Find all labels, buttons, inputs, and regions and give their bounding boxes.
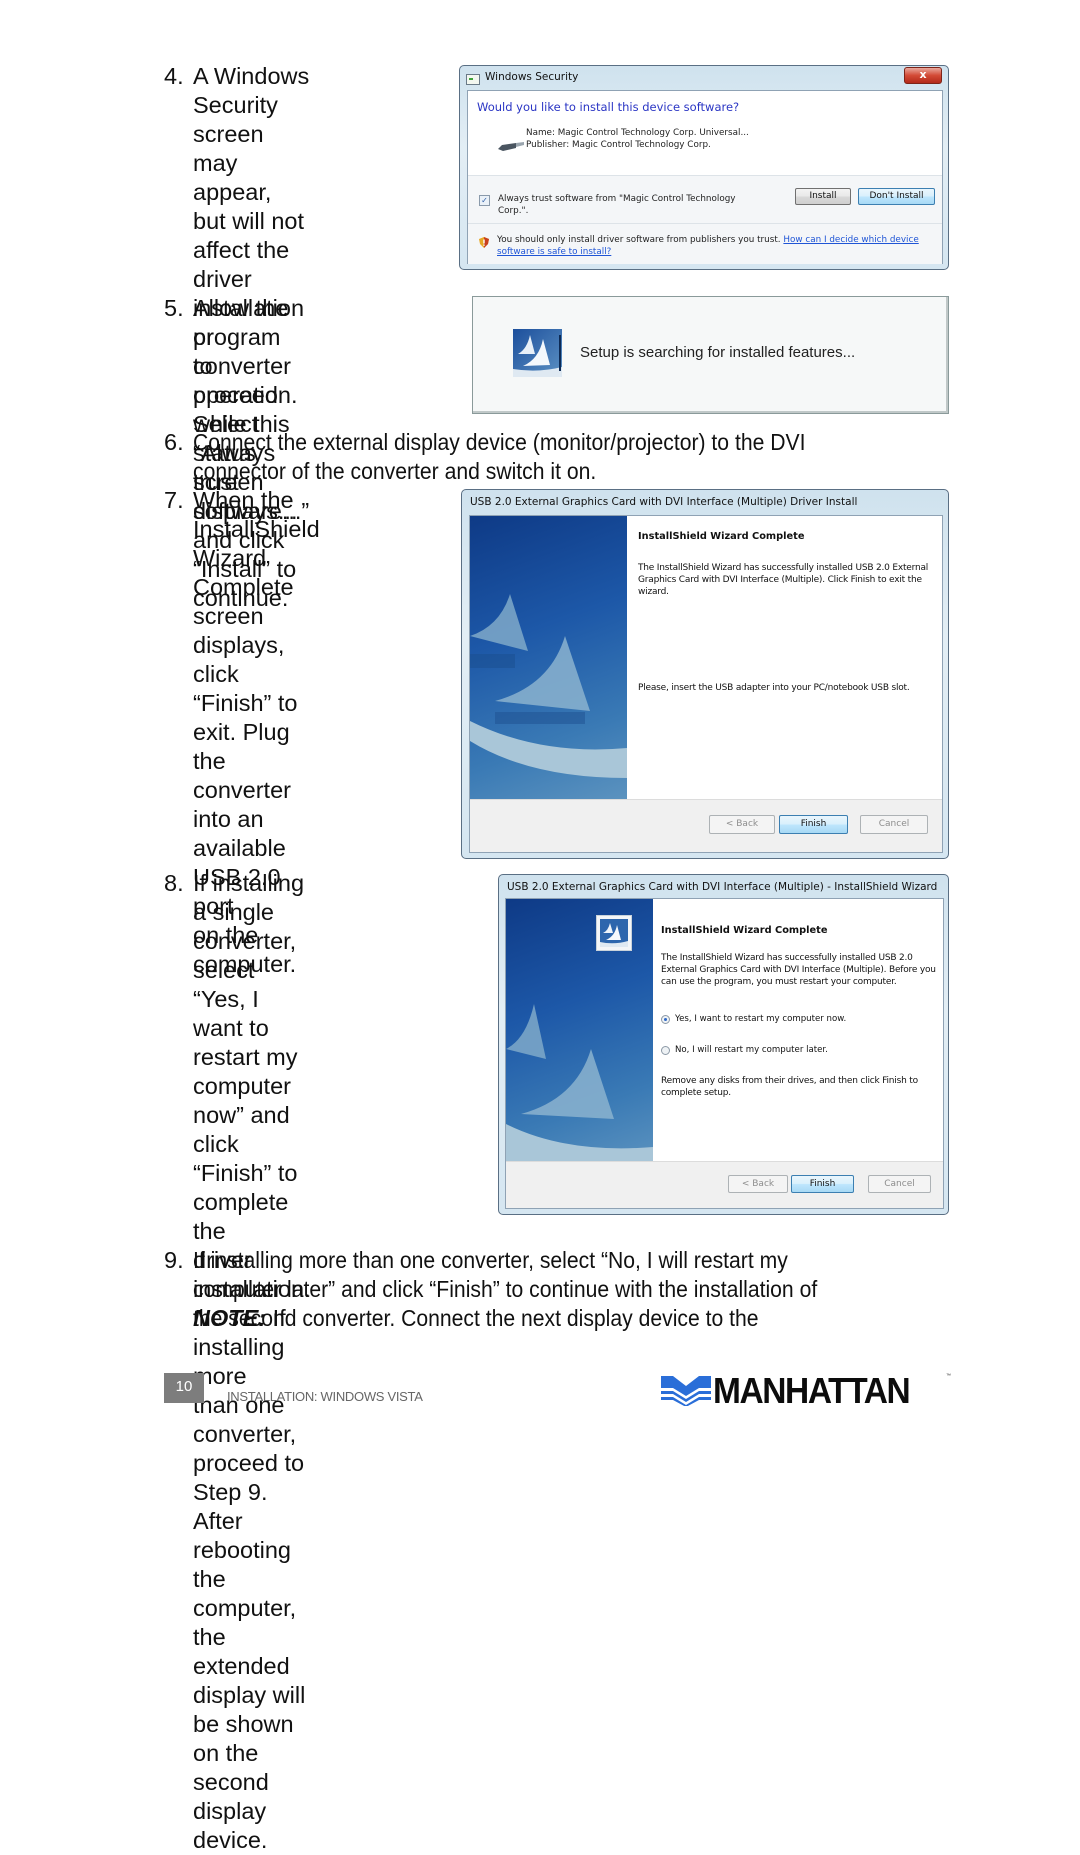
wizard-banner-image bbox=[470, 516, 627, 801]
back-button[interactable]: < Back bbox=[709, 815, 775, 834]
restart-now-label[interactable]: Yes, I want to restart my computer now. bbox=[675, 1014, 846, 1024]
restart-later-label[interactable]: No, I will restart my computer later. bbox=[675, 1045, 828, 1055]
wizard-message: The InstallShield Wizard has successfull… bbox=[661, 953, 936, 987]
warning-message: You should only install driver software … bbox=[497, 235, 784, 245]
windows-security-dialog: Windows Security x Would you like to ins… bbox=[459, 65, 949, 270]
step-number: 5. bbox=[164, 295, 184, 321]
sails-graphic bbox=[470, 594, 627, 778]
wizard-heading: InstallShield Wizard Complete bbox=[661, 925, 828, 936]
manhattan-m-icon bbox=[661, 1376, 711, 1406]
radio-restart-later[interactable] bbox=[661, 1045, 670, 1055]
installshield-restart-wizard-window: USB 2.0 External Graphics Card with DVI … bbox=[498, 874, 949, 1215]
divider bbox=[468, 223, 942, 224]
back-button[interactable]: < Back bbox=[728, 1175, 788, 1193]
radio-restart-now[interactable] bbox=[661, 1014, 670, 1024]
wizard-message: The InstallShield Wizard has successfull… bbox=[638, 563, 929, 597]
trademark: ™ bbox=[946, 1373, 951, 1379]
always-trust-checkbox[interactable]: ✓ bbox=[479, 195, 490, 206]
step-text: Connect the external display device (mon… bbox=[193, 429, 806, 484]
installshield-icon bbox=[600, 919, 628, 947]
driver-name: Name: Magic Control Technology Corp. Uni… bbox=[526, 128, 749, 138]
restart-now-option[interactable]: Yes, I want to restart my computer now. bbox=[661, 1014, 846, 1024]
dialog-body: Would you like to install this device so… bbox=[467, 90, 943, 264]
step-text: If installing a single converter, select… bbox=[193, 869, 311, 1855]
wizard-content: InstallShield Wizard Complete The Instal… bbox=[661, 925, 936, 1098]
dialog-question: Would you like to install this device so… bbox=[477, 100, 740, 114]
wizard-instruction: Please, insert the USB adapter into your… bbox=[638, 683, 910, 693]
window-title: USB 2.0 External Graphics Card with DVI … bbox=[470, 496, 858, 508]
wizard-body: InstallShield Wizard Complete The Instal… bbox=[469, 515, 943, 853]
step-text: If installing more than one converter, s… bbox=[193, 1247, 818, 1331]
window-title: Windows Security bbox=[485, 71, 579, 83]
step-number: 6. bbox=[164, 429, 184, 455]
dont-install-button[interactable]: Don't Install bbox=[858, 188, 935, 205]
wizard-instruction: Remove any disks from their drives, and … bbox=[661, 1076, 918, 1098]
wizard-button-bar: < Back Finish Cancel bbox=[506, 1161, 943, 1208]
step-8-main-text: If installing a single converter, select… bbox=[193, 870, 311, 1302]
step-number: 4. bbox=[164, 63, 184, 89]
finish-button[interactable]: Finish bbox=[779, 815, 848, 834]
setup-status-window: Setup is searching for installed feature… bbox=[472, 296, 949, 414]
driver-info: Name: Magic Control Technology Corp. Uni… bbox=[526, 127, 749, 151]
setup-status-message: Setup is searching for installed feature… bbox=[580, 344, 856, 361]
install-button[interactable]: Install bbox=[795, 188, 851, 205]
close-button[interactable]: x bbox=[904, 67, 942, 84]
warning-text: You should only install driver software … bbox=[497, 234, 942, 258]
title-bar[interactable]: USB 2.0 External Graphics Card with DVI … bbox=[499, 875, 948, 899]
page-number: 10 bbox=[164, 1373, 204, 1403]
step-number: 7. bbox=[164, 487, 184, 513]
cancel-button[interactable]: Cancel bbox=[860, 815, 928, 834]
wizard-button-bar: < Back Finish Cancel bbox=[470, 799, 942, 852]
installshield-icon bbox=[513, 329, 562, 377]
window-title: USB 2.0 External Graphics Card with DVI … bbox=[507, 881, 938, 893]
step-number: 9. bbox=[164, 1247, 184, 1273]
usb-plug-icon bbox=[498, 142, 524, 151]
wizard-heading: InstallShield Wizard Complete bbox=[638, 531, 805, 542]
restart-later-option[interactable]: No, I will restart my computer later. bbox=[661, 1045, 828, 1055]
brand-name: MANHATTAN bbox=[713, 1370, 911, 1411]
warning-shield-icon bbox=[479, 237, 489, 248]
wizard-body: InstallShield Wizard Complete The Instal… bbox=[505, 898, 944, 1209]
wizard-banner-image bbox=[506, 899, 653, 1164]
installshield-wizard-window: USB 2.0 External Graphics Card with DVI … bbox=[461, 489, 949, 859]
cancel-button[interactable]: Cancel bbox=[868, 1175, 931, 1193]
wizard-content: InstallShield Wizard Complete The Instal… bbox=[638, 531, 938, 694]
section-label: INSTALLATION: WINDOWS VISTA bbox=[227, 1389, 423, 1404]
note-text: If installing more than one converter, p… bbox=[193, 1305, 306, 1853]
installshield-logo bbox=[596, 915, 632, 951]
driver-publisher: Publisher: Magic Control Technology Corp… bbox=[526, 140, 711, 150]
manhattan-logo: MANHATTAN ™ bbox=[661, 1370, 951, 1411]
restart-options: Yes, I want to restart my computer now. … bbox=[661, 988, 936, 1098]
finish-button[interactable]: Finish bbox=[791, 1175, 854, 1193]
step-number: 8. bbox=[164, 870, 184, 896]
always-trust-label[interactable]: Always trust software from "Magic Contro… bbox=[498, 193, 738, 217]
window-icon bbox=[466, 74, 480, 85]
divider bbox=[468, 175, 942, 176]
title-bar[interactable]: Windows Security x bbox=[460, 66, 948, 90]
title-bar[interactable]: USB 2.0 External Graphics Card with DVI … bbox=[462, 490, 948, 514]
